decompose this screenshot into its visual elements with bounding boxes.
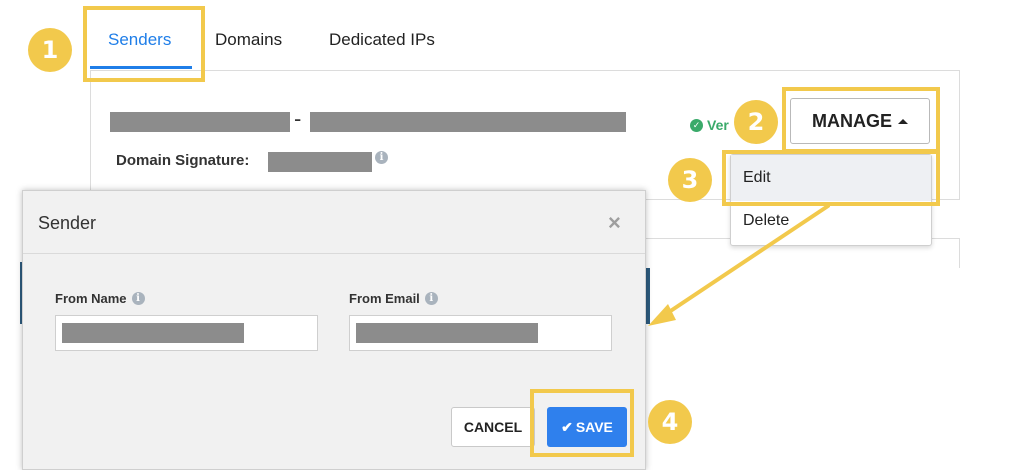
- step-badge-3: 3: [668, 158, 712, 202]
- step-badge-1: 1: [28, 28, 72, 72]
- highlight-save-button: [530, 389, 634, 457]
- step-badge-4: 4: [648, 400, 692, 444]
- highlight-edit-item: [722, 150, 940, 206]
- highlight-senders-tab: [83, 6, 205, 82]
- highlight-manage-button: [782, 87, 940, 153]
- step-badge-2: 2: [734, 100, 778, 144]
